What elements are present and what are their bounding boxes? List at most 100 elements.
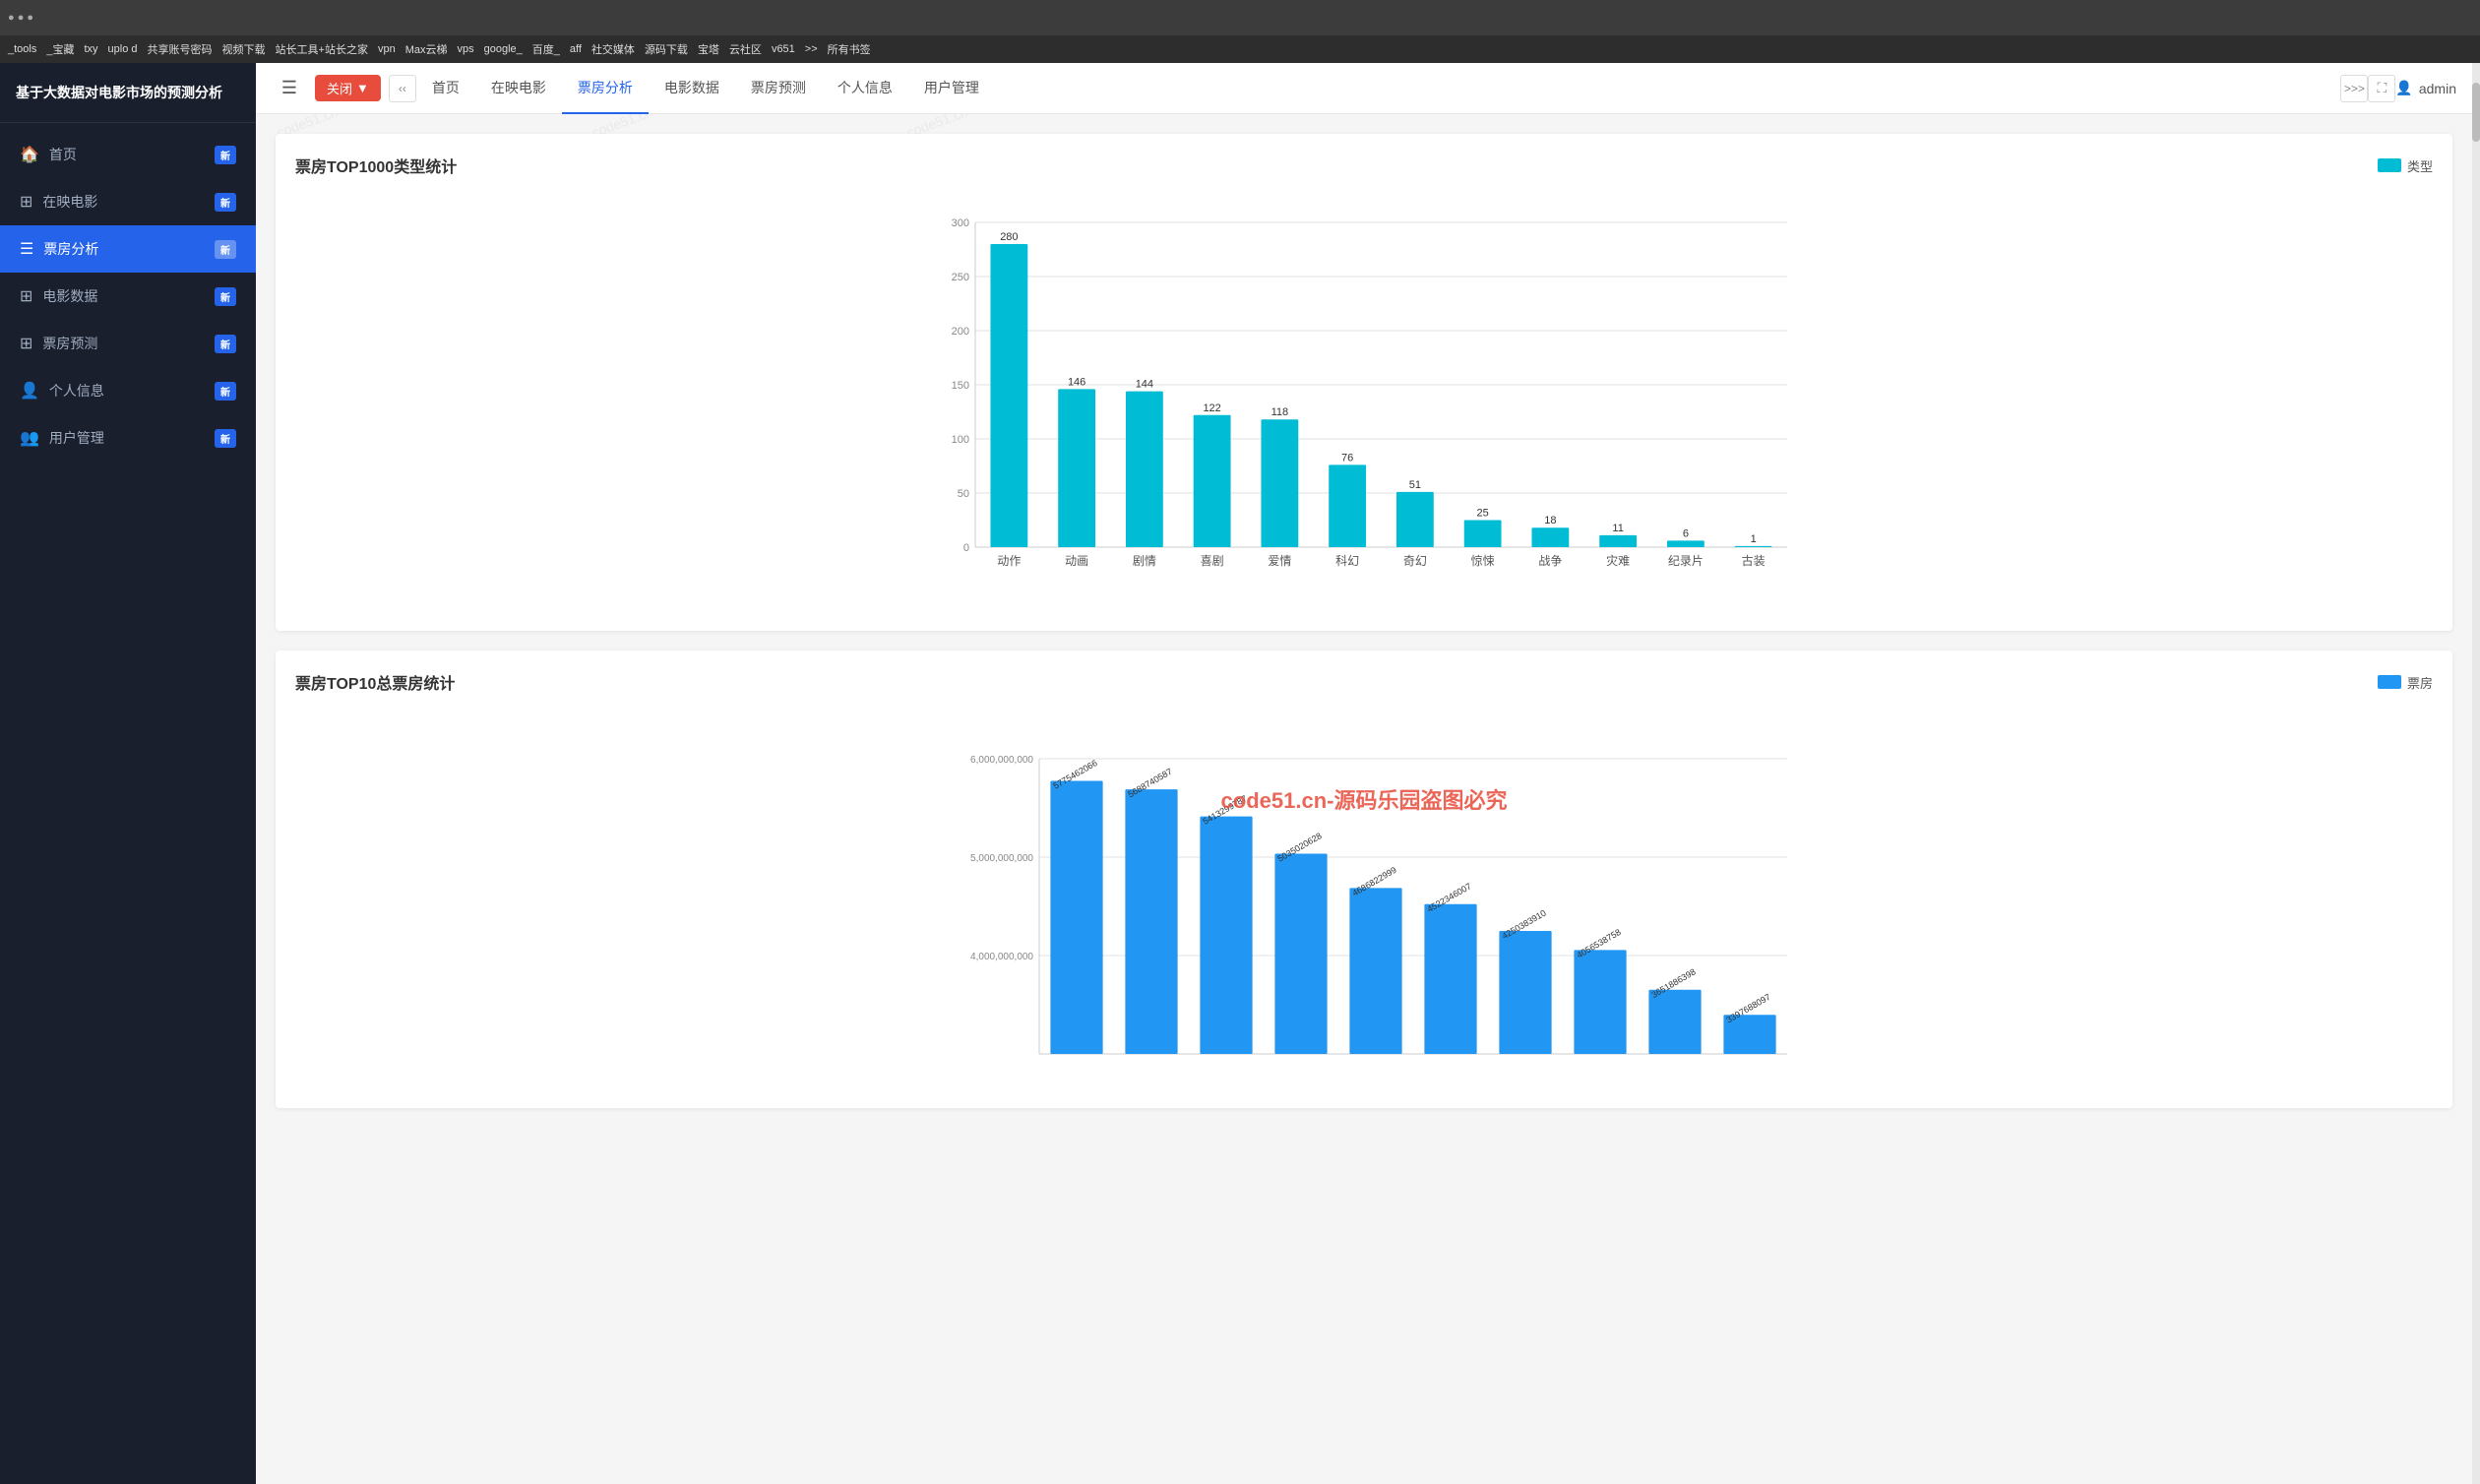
bookmark-item[interactable]: aff: [570, 43, 582, 55]
svg-text:25: 25: [1477, 508, 1489, 520]
svg-text:0: 0: [963, 542, 969, 554]
sidebar-item-电影数据[interactable]: ⊞ 电影数据 新: [0, 273, 256, 320]
sidebar-item-票房分析[interactable]: ☰ 票房分析 新: [0, 225, 256, 273]
legend-label-1: 类型: [2407, 156, 2433, 175]
sidebar-item-在映电影[interactable]: ⊞ 在映电影 新: [0, 178, 256, 225]
right-scrollbar[interactable]: [2472, 63, 2480, 1484]
bookmark-item[interactable]: vpn: [378, 43, 396, 55]
sidebar-title: 基于大数据对电影市场的预测分析: [0, 63, 256, 123]
nav-left-arrow[interactable]: ‹‹: [389, 75, 416, 102]
bookmark-item[interactable]: 宝塔: [698, 41, 719, 57]
fullscreen-button[interactable]: ⛶: [2368, 75, 2395, 102]
top-nav: ☰ 关闭 ▼ ‹‹ 首页在映电影票房分析电影数据票房预测个人信息用户管理 >>>…: [256, 63, 2472, 114]
chart-legend-2: 票房: [2378, 673, 2433, 692]
bookmark-item[interactable]: Max云梯: [405, 41, 448, 57]
close-tab-label: 关闭: [327, 79, 352, 97]
nav-tab-在映电影[interactable]: 在映电影: [475, 63, 562, 114]
nav-label-2: 票房分析: [43, 239, 98, 259]
bookmark-item[interactable]: vps: [458, 43, 474, 55]
nav-tab-票房预测[interactable]: 票房预测: [735, 63, 822, 114]
svg-text:爱情: 爱情: [1268, 554, 1291, 568]
nav-label-0: 首页: [49, 145, 77, 164]
svg-text:300: 300: [952, 217, 969, 229]
nav-label-1: 在映电影: [42, 192, 97, 212]
bookmark-item[interactable]: >>: [805, 43, 818, 55]
bookmark-item[interactable]: txy: [84, 43, 97, 55]
bookmark-item[interactable]: 源码下载: [645, 41, 688, 57]
user-info[interactable]: 👤 admin: [2395, 80, 2456, 96]
svg-text:122: 122: [1203, 402, 1220, 414]
bookmark-item[interactable]: _宝藏: [46, 41, 74, 57]
svg-text:50: 50: [958, 488, 969, 500]
sidebar-item-票房预测[interactable]: ⊞ 票房预测 新: [0, 320, 256, 367]
bookmark-item[interactable]: 百度_: [532, 41, 560, 57]
nav-icon-1: ⊞: [20, 192, 32, 212]
bookmark-item[interactable]: uplo d: [108, 43, 138, 55]
bar-chart-1: 050100150200250300280动作146动画144剧情122喜剧11…: [295, 193, 2433, 611]
nav-icon-3: ⊞: [20, 286, 32, 306]
nav-badge-4: 新: [215, 335, 236, 353]
svg-text:100: 100: [952, 434, 969, 446]
svg-text:动画: 动画: [1065, 554, 1088, 568]
nav-tab-电影数据[interactable]: 电影数据: [649, 63, 735, 114]
bookmark-item[interactable]: 共享账号密码: [148, 41, 213, 57]
svg-text:4,000,000,000: 4,000,000,000: [970, 952, 1033, 962]
sidebar-item-用户管理[interactable]: 👥 用户管理 新: [0, 414, 256, 462]
bookmark-item[interactable]: google_: [484, 43, 523, 55]
nav-icon-2: ☰: [20, 239, 33, 259]
nav-badge-5: 新: [215, 382, 236, 401]
user-icon: 👤: [2395, 80, 2412, 96]
nav-right-arrow[interactable]: >>>: [2340, 75, 2368, 102]
nav-badge-2: 新: [215, 240, 236, 259]
main-area: ☰ 关闭 ▼ ‹‹ 首页在映电影票房分析电影数据票房预测个人信息用户管理 >>>…: [256, 63, 2472, 1484]
bookmark-item[interactable]: 所有书签: [828, 41, 871, 57]
svg-text:1: 1: [1751, 533, 1757, 545]
svg-text:5,000,000,000: 5,000,000,000: [970, 853, 1033, 864]
username: admin: [2419, 81, 2456, 96]
chart-header-2: 票房TOP10总票房统计 票房: [295, 670, 2433, 694]
nav-icon-6: 👥: [20, 428, 39, 448]
chart1-svg: 050100150200250300280动作146动画144剧情122喜剧11…: [295, 193, 2433, 606]
browser-bar: ● ● ●: [0, 0, 2480, 35]
svg-text:11: 11: [1612, 523, 1623, 534]
chart-title-1: 票房TOP1000类型统计: [295, 154, 457, 177]
close-tab-button[interactable]: 关闭 ▼: [315, 75, 381, 101]
scrollbar-thumb: [2472, 83, 2480, 142]
bookmark-item[interactable]: 站长工具+站长之家: [276, 41, 368, 57]
svg-text:战争: 战争: [1538, 554, 1562, 568]
bookmark-item[interactable]: v651: [772, 43, 795, 55]
sidebar-nav: 🏠 首页 新 ⊞ 在映电影 新 ☰ 票房分析 新 ⊞ 电影数据 新 ⊞ 票房预测…: [0, 123, 256, 469]
nav-tab-个人信息[interactable]: 个人信息: [822, 63, 908, 114]
svg-text:144: 144: [1136, 379, 1153, 391]
bookmark-item[interactable]: 社交媒体: [591, 41, 635, 57]
bookmark-item[interactable]: _tools: [8, 43, 36, 55]
bookmark-item[interactable]: 云社区: [729, 41, 762, 57]
svg-text:76: 76: [1341, 452, 1353, 464]
app-container: 基于大数据对电影市场的预测分析 🏠 首页 新 ⊞ 在映电影 新 ☰ 票房分析 新…: [0, 63, 2480, 1484]
bookmark-item[interactable]: 视频下载: [222, 41, 266, 57]
svg-text:喜剧: 喜剧: [1201, 554, 1224, 568]
sidebar-item-首页[interactable]: 🏠 首页 新: [0, 131, 256, 178]
svg-text:剧情: 剧情: [1133, 554, 1156, 568]
svg-text:灾难: 灾难: [1606, 553, 1630, 568]
nav-badge-1: 新: [215, 193, 236, 212]
svg-text:150: 150: [952, 380, 969, 392]
nav-label-3: 电影数据: [42, 286, 97, 306]
chart2-svg: 4,000,000,0005,000,000,0006,000,000,0005…: [295, 710, 2433, 1083]
nav-tab-用户管理[interactable]: 用户管理: [908, 63, 995, 114]
svg-text:纪录片: 纪录片: [1668, 554, 1704, 568]
svg-text:惊悚: 惊悚: [1471, 553, 1495, 568]
chart-header-1: 票房TOP1000类型统计 类型: [295, 154, 2433, 177]
nav-tab-首页[interactable]: 首页: [416, 63, 475, 114]
chart-card-1: 票房TOP1000类型统计 类型 050100150200250300280动作…: [276, 134, 2452, 631]
svg-text:280: 280: [1000, 231, 1018, 243]
svg-text:146: 146: [1068, 376, 1085, 388]
nav-tab-票房分析[interactable]: 票房分析: [562, 63, 649, 114]
hamburger-button[interactable]: ☰: [272, 71, 307, 106]
svg-text:18: 18: [1544, 515, 1556, 526]
main-content[interactable]: code51.cncode51.cncode51.cncode51.cncode…: [256, 114, 2472, 1484]
svg-text:118: 118: [1271, 406, 1289, 418]
nav-icon-4: ⊞: [20, 334, 32, 353]
chart-card-2: 票房TOP10总票房统计 票房 4,000,000,000 5,000,000,0…: [276, 650, 2452, 1108]
sidebar-item-个人信息[interactable]: 👤 个人信息 新: [0, 367, 256, 414]
